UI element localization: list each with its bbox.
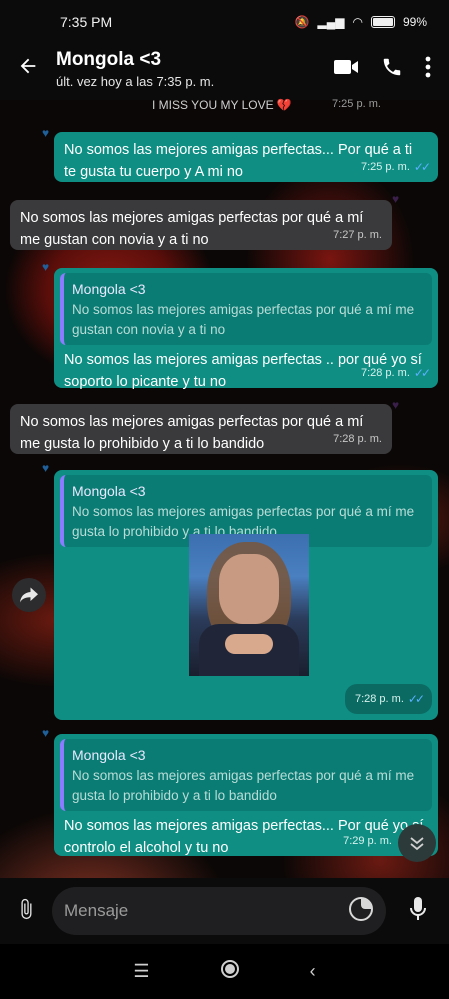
message-input[interactable]: Mensaje	[52, 887, 386, 935]
message-bubble[interactable]: Mongola <3 No somos las mejores amigas p…	[54, 470, 438, 720]
message-time: 7:25 p. m.	[360, 161, 410, 173]
read-ticks-icon: ✓✓	[413, 160, 431, 174]
quoted-text: No somos las mejores amigas perfectas po…	[72, 768, 415, 803]
message-time: 7:28 p. m.	[354, 693, 404, 705]
message-placeholder: Mensaje	[64, 901, 129, 920]
battery-percent: 99%	[402, 15, 427, 29]
quoted-sender: Mongola <3	[72, 483, 146, 499]
message-bubble[interactable]: No somos las mejores amigas perfectas po…	[10, 200, 392, 250]
heart-icon: ♥	[42, 260, 50, 274]
scroll-to-bottom-button[interactable]	[398, 824, 436, 862]
heart-icon: ♥	[42, 726, 50, 740]
microphone-icon[interactable]	[386, 896, 449, 927]
wifi-icon: ◠	[352, 15, 363, 29]
message-bubble[interactable]: No somos las mejores amigas perfectas...…	[54, 132, 438, 182]
forward-button[interactable]	[12, 578, 46, 612]
attach-icon[interactable]	[0, 897, 52, 926]
heart-icon: ♥	[392, 192, 400, 206]
heart-icon: ♥	[392, 398, 400, 412]
message-time: 7:29 p. m.	[343, 835, 392, 847]
contact-name: Mongola <3	[56, 49, 162, 70]
chat-header: Mongola <3 últ. vez hoy a las 7:35 p. m.	[0, 38, 449, 100]
phone-call-icon[interactable]	[381, 56, 403, 83]
message-bubble[interactable]: No somos las mejores amigas perfectas po…	[10, 404, 392, 454]
message-bubble[interactable]: Mongola <3 No somos las mejores amigas p…	[54, 268, 438, 390]
back-nav-icon[interactable]: ‹	[310, 961, 316, 982]
message-text: No somos las mejores amigas perfectas po…	[20, 414, 364, 452]
message-time: 7:28 p. m.	[333, 433, 382, 445]
read-ticks-icon: ✓✓	[413, 366, 431, 380]
read-ticks-icon: ✓✓	[407, 692, 425, 706]
image-attachment[interactable]	[189, 534, 309, 676]
mute-icon: 🔕	[294, 15, 310, 29]
heart-icon: ♥	[42, 461, 50, 475]
partial-message-text: I MISS YOU MY LOVE 💔	[152, 98, 292, 112]
quoted-text: No somos las mejores amigas perfectas po…	[72, 302, 415, 337]
last-seen: últ. vez hoy a las 7:35 p. m.	[56, 74, 215, 89]
message-bubble[interactable]: Mongola <3 No somos las mejores amigas p…	[54, 734, 438, 856]
message-time: 7:27 p. m.	[333, 229, 382, 241]
contact-info[interactable]: Mongola <3 últ. vez hoy a las 7:35 p. m.	[56, 49, 333, 89]
recent-apps-icon[interactable]: ☰	[133, 961, 149, 982]
home-icon[interactable]	[220, 959, 240, 984]
video-call-icon[interactable]	[333, 57, 359, 82]
sticker-icon[interactable]	[348, 896, 374, 927]
quoted-message[interactable]: Mongola <3 No somos las mejores amigas p…	[60, 273, 432, 345]
partial-message-time: 7:25 p. m.	[332, 98, 381, 110]
quoted-sender: Mongola <3	[72, 281, 146, 297]
quoted-sender: Mongola <3	[72, 747, 146, 763]
heart-icon: ♥	[42, 126, 50, 140]
message-time: 7:28 p. m.	[360, 367, 410, 379]
more-options-icon[interactable]	[425, 56, 431, 83]
system-nav-bar: ☰ ‹	[0, 944, 449, 999]
partial-message: I MISS YOU MY LOVE 💔 7:25 p. m.	[0, 98, 449, 112]
quoted-message[interactable]: Mongola <3 No somos las mejores amigas p…	[60, 739, 432, 811]
back-arrow-icon[interactable]	[0, 55, 56, 84]
signal-icon: ▂▄▆	[317, 15, 345, 29]
message-text: No somos las mejores amigas perfectas po…	[20, 210, 364, 248]
battery-icon	[370, 16, 395, 28]
message-input-bar: Mensaje	[0, 878, 449, 944]
status-time: 7:35 PM	[60, 14, 113, 30]
